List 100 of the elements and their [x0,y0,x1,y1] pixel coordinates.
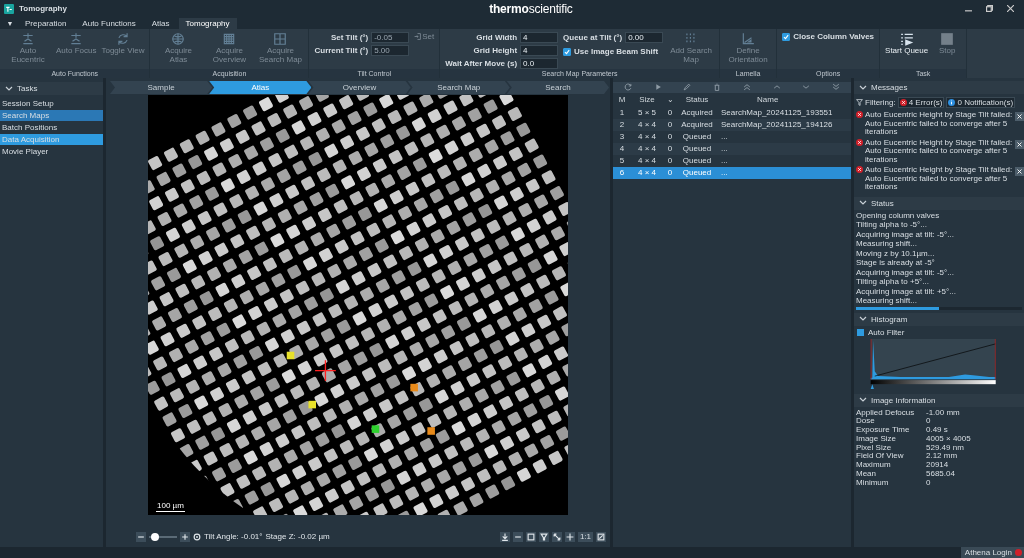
table-toolbar-button[interactable] [742,82,751,93]
error-icon [856,111,863,118]
checkbox[interactable] [857,328,864,336]
input-field[interactable]: 4 [520,32,559,43]
toolbar-button[interactable] [551,531,562,542]
task-item[interactable]: Search Maps [0,110,103,121]
info-label: Dose [856,417,875,427]
info-label: Pixel Size [856,443,893,453]
window-grid-icon [273,32,288,46]
checkbox[interactable] [782,32,791,41]
column-header[interactable]: Status [677,93,717,107]
status-line: Stage is already at -5° [855,258,936,268]
task-item[interactable]: Batch Positions [0,122,103,133]
field-label: Wait After Move (s) [445,59,518,68]
info-value: 2.12 mm [926,452,959,462]
error-icon [856,138,863,146]
info-value: 20914 [926,461,950,471]
chevron-icon [859,397,867,403]
filter-text: 4 Error(s) [908,98,943,107]
dismiss-button[interactable] [1015,139,1024,149]
ribbon-button[interactable]: Start Queue [885,32,929,56]
workflow-step[interactable]: Sample [110,81,213,94]
input-field[interactable]: 4 [520,45,559,56]
message-text: Auto Eucentric Height by Stage Tilt failed: Auto Eucentric failed to converge after 5 iterations [865,166,1013,192]
error-filter[interactable]: 4 Error(s) [897,97,945,108]
section-title: Histogram [871,314,908,324]
table-toolbar-button[interactable] [832,82,841,93]
toolbar-button[interactable] [564,531,575,542]
checkbox[interactable] [563,47,572,56]
login-label: Athena Login [964,548,1012,557]
input-field[interactable]: 0.0 [520,58,559,69]
filter-icon [856,99,863,106]
table-row[interactable]: 4 4 × 4 0 Queued ... [613,143,851,155]
table-cell-text: 0 [666,131,674,143]
info-value: 0 [926,417,932,427]
scale-bar: 100 µm [156,501,185,512]
column-header[interactable]: M [613,93,631,107]
info-value: 529.49 nm [926,443,965,453]
info-value: 5685.04 [926,470,956,479]
task-item[interactable]: Movie Player [0,146,103,157]
ribbon-tab[interactable]: Auto Functions [75,18,143,29]
toolbar-button[interactable] [512,531,523,542]
input-field[interactable]: 0.00 [625,32,664,43]
zoom-slider[interactable] [149,535,177,538]
panel-title: Tasks [17,84,38,93]
table-cell-text: Queued [681,143,713,155]
table-cell-text: SearchMap_20241125_194126 [720,119,834,131]
ribbon-tab[interactable]: Atlas [144,18,177,29]
ribbon-tab[interactable]: Tomography [178,18,237,29]
info-icon [948,99,956,106]
slider-thumb[interactable] [150,532,159,541]
notification-filter[interactable]: 0 Notification(s) [946,97,1016,108]
checkbox-label: Use Image Beam Shift [574,47,659,56]
zoom-out-button[interactable] [136,531,146,542]
message-text: Auto Eucentric Height by Stage Tilt failed: Auto Eucentric failed to converge after 5 iterations [865,111,1013,137]
toolbar-button[interactable] [596,531,606,542]
info-value: 0 [926,478,932,488]
double-up-icon [742,82,751,91]
column-header[interactable]: ⌄ [663,93,677,107]
status-line: Acquiring image at tilt: +5°... [855,286,957,296]
zoom-in-button[interactable] [180,531,190,542]
info-label: Exposure Time [856,426,911,435]
status-line: Acquiring image at tilt: -5°... [855,229,955,239]
ribbon-tab[interactable]: Preparation [18,18,74,29]
caret-up-icon [772,82,781,91]
filter-label: Filtering: [865,98,896,107]
globe-icon [171,32,186,46]
field-label: Grid Height [473,46,518,55]
workflow-step[interactable]: Search Map [407,81,510,94]
toolbar-button[interactable] [525,531,536,542]
field-label: Current Tilt (°) [314,46,369,55]
error-icon [856,166,863,173]
pencil-icon [683,82,692,91]
column-header[interactable]: Name [717,93,851,107]
workflow-step[interactable]: Overview [308,81,411,94]
info-value: 4005 × 4005 [926,434,972,444]
dismiss-button[interactable] [1015,112,1024,121]
window-title: Tomography [19,4,67,13]
task-item[interactable]: Session Setup [0,98,103,109]
table-cell-text: 0 [666,107,674,119]
table-toolbar-button[interactable] [713,82,722,93]
table-toolbar-button[interactable] [623,82,632,93]
table-cell-text: Acquired [680,119,714,131]
actual-size-button[interactable]: 1:1 [577,531,593,542]
table-row[interactable]: 6 4 × 4 0 Queued ... [613,167,851,179]
login-button[interactable]: Athena Login [960,547,1024,558]
download-icon [500,532,509,541]
table-toolbar-button[interactable] [653,82,662,93]
table-cell-text: 1 [618,107,626,119]
close-icon [1017,169,1022,174]
info-value: -1.00 mm [926,408,961,418]
toolbar-button[interactable] [538,531,549,542]
message-text: Auto Eucentric Height by Stage Tilt failed: Auto Eucentric failed to converge after 5 iterations [865,138,1013,164]
dismiss-button[interactable] [1015,167,1024,176]
workflow-step[interactable]: Search [506,81,609,94]
column-header[interactable]: Size [631,93,663,107]
status-line: Tilting alpha to -5°... [855,220,928,230]
table-toolbar-button[interactable] [683,82,692,93]
toolbar-button[interactable] [499,531,510,542]
table-row[interactable]: 2 4 × 4 0 Acquired SearchMap_20241125_194126 [613,119,851,131]
